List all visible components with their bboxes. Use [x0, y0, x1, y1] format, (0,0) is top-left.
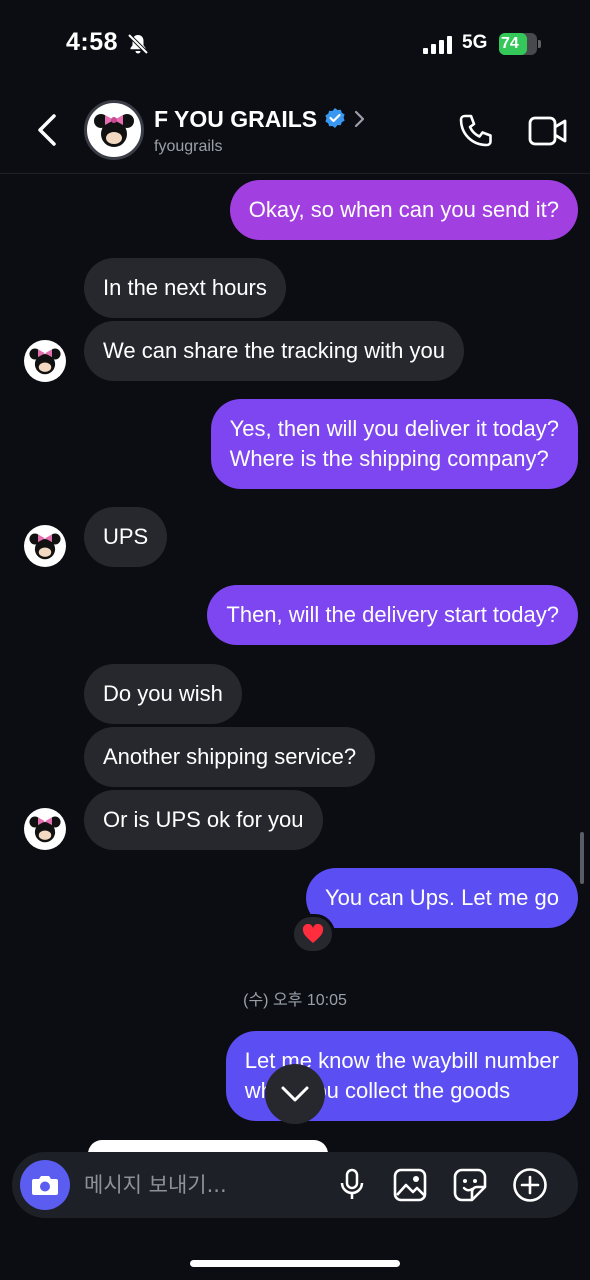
plus-circle-icon: [513, 1168, 547, 1202]
message-incoming[interactable]: Or is UPS ok for you: [84, 790, 323, 850]
video-camera-icon[interactable]: [528, 114, 568, 148]
contact-avatar[interactable]: [84, 100, 144, 160]
message-incoming[interactable]: We can share the tracking with you: [84, 321, 464, 381]
image-icon: [393, 1168, 427, 1202]
status-time: 4:58: [66, 28, 119, 56]
minnie-mouse-icon: [29, 533, 61, 560]
heart-icon: [302, 924, 324, 943]
back-arrow-icon[interactable]: [34, 110, 64, 150]
chevron-right-icon[interactable]: [353, 110, 365, 128]
microphone-button[interactable]: [334, 1167, 370, 1203]
status-bar: 4:58 5G 74: [0, 0, 590, 90]
sender-avatar[interactable]: [24, 525, 66, 567]
gallery-button[interactable]: [392, 1167, 428, 1203]
phone-icon[interactable]: [456, 112, 494, 150]
message-timestamp: (수) 오후 10:05: [243, 992, 347, 1009]
message-reaction[interactable]: [291, 914, 335, 954]
chat-header: F YOU GRAILS fyougrails: [0, 90, 590, 174]
chevron-down-icon: [281, 1086, 309, 1102]
camera-button[interactable]: [20, 1160, 70, 1210]
sender-avatar[interactable]: [24, 340, 66, 382]
scroll-to-bottom-button[interactable]: [265, 1064, 325, 1124]
mute-bell-icon: [127, 33, 149, 55]
message-outgoing[interactable]: Then, will the delivery start today?: [207, 585, 578, 645]
message-composer: [12, 1152, 578, 1218]
microphone-icon: [340, 1168, 364, 1199]
battery-label: 74: [501, 35, 519, 52]
battery-indicator: 74: [499, 33, 541, 55]
contact-name[interactable]: F YOU GRAILS: [154, 106, 317, 133]
message-incoming[interactable]: UPS: [84, 507, 168, 567]
contact-handle: fyougrails: [154, 138, 223, 155]
signal-icon: [423, 36, 452, 54]
message-incoming[interactable]: In the next hours: [84, 258, 286, 318]
message-incoming[interactable]: Another shipping service?: [84, 727, 376, 787]
message-outgoing[interactable]: Okay, so when can you send it?: [229, 180, 578, 240]
message-outgoing[interactable]: You can Ups. Let me go: [305, 868, 578, 928]
verified-badge-icon: [325, 108, 345, 128]
sticker-icon: [453, 1168, 487, 1202]
home-indicator[interactable]: [190, 1260, 400, 1267]
camera-icon: [32, 1176, 58, 1195]
message-incoming[interactable]: Do you wish: [84, 664, 242, 724]
sticker-button[interactable]: [452, 1167, 488, 1203]
scrollbar[interactable]: [580, 832, 584, 884]
minnie-mouse-icon: [29, 816, 61, 843]
message-input[interactable]: [84, 1170, 324, 1200]
minnie-mouse-icon: [94, 114, 134, 147]
minnie-mouse-icon: [29, 348, 61, 375]
network-label: 5G: [462, 32, 488, 53]
message-outgoing[interactable]: Yes, then will you deliver it today? Whe…: [210, 399, 578, 489]
sender-avatar[interactable]: [24, 808, 66, 850]
more-options-button[interactable]: [512, 1167, 548, 1203]
